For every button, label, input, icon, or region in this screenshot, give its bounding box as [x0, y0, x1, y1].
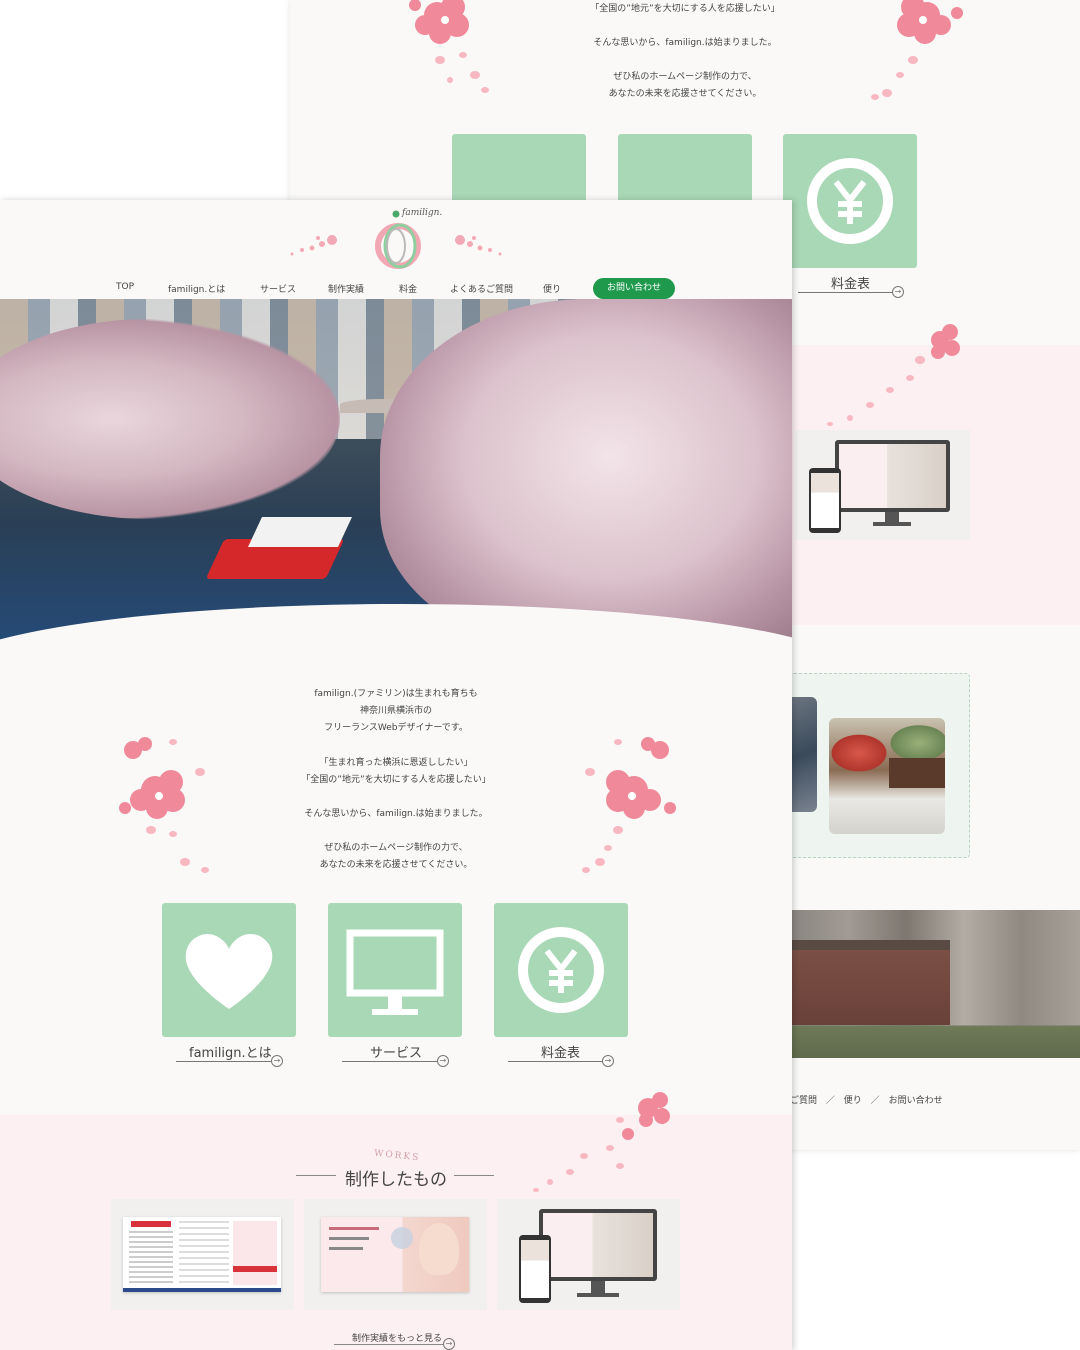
intro-line: 神奈川県横浜市の	[359, 706, 432, 717]
beauty-ad-mockup	[321, 1217, 469, 1292]
divider	[508, 1061, 612, 1062]
card-service-label[interactable]: サービス	[370, 1042, 422, 1061]
yen-icon	[807, 158, 893, 244]
card-service[interactable]	[328, 903, 462, 1037]
yokohama-city-photo	[790, 910, 1080, 1058]
front-page-screenshot: familign. TOP familign.とは サービス 制作実績 料金 よ…	[0, 200, 792, 1350]
monitor-stand	[885, 512, 899, 522]
divider	[176, 1061, 280, 1062]
nav-top[interactable]: TOP	[116, 282, 134, 292]
monitor-base	[577, 1293, 619, 1297]
nav-about[interactable]: familign.とは	[168, 282, 225, 295]
main-nav: TOP familign.とは サービス 制作実績 料金 よくあるご質問 便り …	[0, 278, 792, 300]
works-more-link[interactable]: 制作実績をもっと見る	[352, 1331, 442, 1344]
sakura-decoration-left	[409, 0, 489, 93]
work-thumbnail-flyer[interactable]	[111, 1199, 294, 1310]
nav-works[interactable]: 制作実績	[328, 282, 364, 295]
arrow-circle-icon[interactable]: →	[271, 1055, 283, 1067]
boat	[205, 509, 365, 579]
heart-icon	[185, 933, 273, 1009]
hero-image	[0, 299, 792, 649]
arrow-circle-icon[interactable]: →	[892, 286, 904, 298]
footer-link-news[interactable]: 便り	[844, 1096, 862, 1106]
back-work-thumbnail[interactable]	[795, 430, 970, 540]
work-thumbnail-website[interactable]	[497, 1199, 680, 1310]
works-title: 制作したもの	[345, 1170, 447, 1190]
nav-service[interactable]: サービス	[260, 282, 296, 295]
nav-faq[interactable]: よくあるご質問	[450, 282, 513, 295]
monitor-mockup	[835, 440, 950, 512]
back-card-price[interactable]	[783, 134, 917, 268]
arrow-circle-icon[interactable]: →	[437, 1055, 449, 1067]
phone-mockup	[519, 1235, 551, 1303]
contact-button[interactable]: お問い合わせ	[593, 278, 675, 299]
works-section: WORKS 制作したもの 制作実績をもっと見る →	[0, 1092, 792, 1350]
sakura-decoration-works	[827, 324, 960, 426]
monitor-base	[873, 522, 911, 526]
card-price-label[interactable]: 料金表	[541, 1042, 580, 1061]
phone-mockup	[809, 468, 841, 533]
divider	[798, 292, 901, 293]
footer-link-contact[interactable]: お問い合わせ	[889, 1096, 943, 1106]
sakura-branch-left-icon	[290, 235, 337, 256]
monitor-stand	[591, 1281, 605, 1293]
yen-icon	[518, 927, 604, 1013]
arrow-circle-icon[interactable]: →	[602, 1055, 614, 1067]
footer-separator: ／	[825, 1096, 835, 1106]
back-card-price-label: 料金表	[831, 277, 871, 292]
monitor-icon	[346, 929, 444, 1015]
sakura-decoration-left	[119, 737, 209, 873]
footer-link-faq[interactable]: ご質問	[790, 1096, 817, 1106]
logo-text: familign.	[402, 208, 443, 218]
sakura-decoration-right	[582, 737, 676, 873]
back-photo-cropped	[790, 697, 817, 812]
arrow-circle-icon[interactable]: →	[443, 1338, 455, 1350]
nav-price[interactable]: 料金	[399, 282, 417, 295]
back-footer-nav: ご質問 ／ 便り ／ お問い合わせ	[790, 1093, 949, 1106]
title-line-right	[454, 1175, 494, 1176]
divider	[342, 1061, 446, 1062]
flyer-mockup	[123, 1217, 281, 1292]
garden-photo	[829, 718, 945, 834]
nav-news[interactable]: 便り	[543, 282, 561, 295]
card-price[interactable]	[494, 903, 628, 1037]
sakura-decoration-right	[871, 0, 963, 100]
card-about[interactable]	[162, 903, 296, 1037]
work-thumbnail-beauty[interactable]	[304, 1199, 487, 1310]
card-about-label[interactable]: familign.とは	[189, 1042, 272, 1061]
sakura-branch-right-icon	[455, 235, 502, 256]
footer-separator: ／	[870, 1096, 880, 1106]
works-subtitle: WORKS	[373, 1148, 421, 1164]
monitor-mockup	[539, 1209, 657, 1281]
intro-line: familign.(ファミリン)は生まれも育ちも	[314, 689, 478, 699]
divider	[334, 1344, 452, 1345]
